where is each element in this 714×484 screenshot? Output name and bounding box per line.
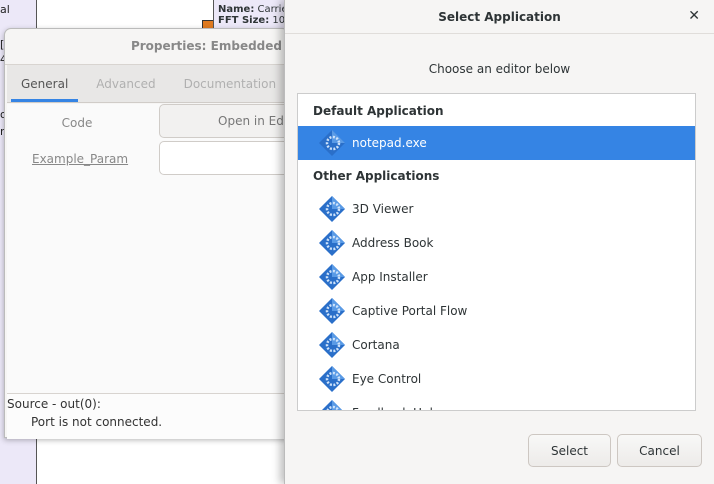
application-icon — [318, 297, 346, 325]
app-name: notepad.exe — [352, 136, 427, 150]
application-icon — [318, 195, 346, 223]
message-body: Port is not connected. — [31, 415, 163, 429]
dialog-subtitle: Choose an editor below — [428, 62, 571, 76]
example-param-label: Example_Param — [32, 152, 129, 166]
list-item-app[interactable]: App Installer — [298, 260, 695, 294]
block-fft-label: FFT Size: — [218, 15, 270, 26]
tab-advanced[interactable]: Advanced — [86, 65, 165, 102]
properties-window: Properties: Embedded General Advanced Do… — [4, 28, 299, 439]
code-label: Code — [61, 116, 93, 130]
application-icon — [318, 129, 346, 157]
app-name: Address Book — [352, 236, 434, 250]
application-icon — [318, 229, 346, 257]
application-icon — [318, 263, 346, 291]
app-name: App Installer — [352, 270, 428, 284]
app-name: Cortana — [352, 338, 400, 352]
application-icon — [318, 331, 346, 359]
application-icon — [318, 399, 346, 410]
tab-documentation[interactable]: Documentation — [174, 65, 287, 102]
bg-label: al — [0, 3, 10, 16]
block-name-label: Name: — [218, 4, 255, 15]
properties-content: Code Open in Editor Example_Param — [7, 104, 299, 394]
list-item-app[interactable]: 3D Viewer — [298, 192, 695, 226]
select-application-dialog: Select Application ✕ Choose an editor be… — [284, 0, 714, 484]
default-application-header: Default Application — [313, 104, 444, 118]
open-in-editor-button[interactable]: Open in Editor — [159, 104, 299, 138]
list-item-app[interactable]: Eye Control — [298, 362, 695, 396]
application-list[interactable]: Default Application notepad.exe Other Ap… — [297, 93, 696, 411]
app-name: Eye Control — [352, 372, 422, 386]
close-icon[interactable]: ✕ — [688, 8, 700, 24]
select-button[interactable]: Select — [528, 434, 611, 467]
app-name: 3D Viewer — [352, 202, 414, 216]
list-item-app[interactable]: Captive Portal Flow — [298, 294, 695, 328]
list-item-app[interactable]: Cortana — [298, 328, 695, 362]
properties-title: Properties: Embedded — [5, 29, 288, 65]
application-icon — [318, 365, 346, 393]
example-param-input[interactable] — [159, 141, 299, 175]
cancel-button[interactable]: Cancel — [617, 434, 702, 467]
properties-tabs: General Advanced Documentation — [7, 65, 288, 103]
dialog-title: Select Application — [285, 0, 714, 34]
app-name: Captive Portal Flow — [352, 304, 468, 318]
list-item-app[interactable]: Address Book — [298, 226, 695, 260]
other-applications-header: Other Applications — [313, 169, 440, 183]
app-name: Feedback Hub — [352, 406, 437, 410]
message-title: Source - out(0): — [7, 397, 101, 411]
tab-general[interactable]: General — [11, 65, 79, 102]
list-item-notepad[interactable]: notepad.exe — [298, 126, 695, 160]
message-area: Source - out(0): Port is not connected. — [7, 393, 287, 439]
list-item-app[interactable]: Feedback Hub — [298, 396, 695, 410]
